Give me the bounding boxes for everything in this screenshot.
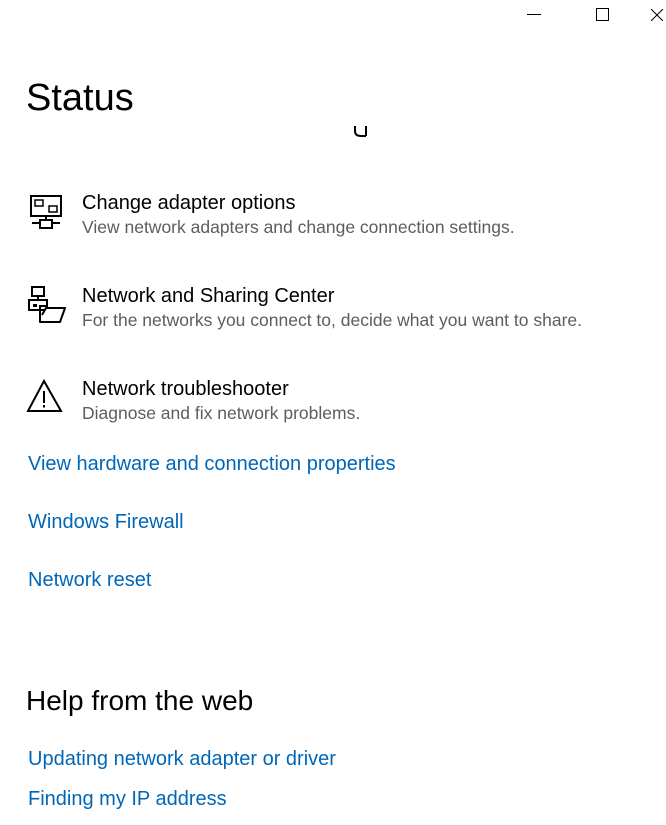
close-button[interactable]: [647, 0, 666, 32]
close-icon: [650, 8, 663, 21]
minimize-icon: [527, 14, 541, 15]
finding-ip-address-link[interactable]: Finding my IP address: [28, 786, 227, 812]
maximize-button[interactable]: [579, 0, 625, 32]
network-reset-link[interactable]: Network reset: [28, 567, 151, 593]
change-adapter-options-row[interactable]: Change adapter options View network adap…: [26, 191, 656, 251]
change-adapter-options-description: View network adapters and change connect…: [82, 217, 515, 237]
sharing-center-icon: [26, 284, 66, 324]
network-sharing-center-description: For the networks you connect to, decide …: [82, 310, 582, 330]
maximize-icon: [595, 8, 609, 21]
view-hardware-properties-link[interactable]: View hardware and connection properties: [28, 451, 396, 477]
warning-icon: [26, 377, 66, 417]
minimize-button[interactable]: [511, 0, 557, 32]
network-sharing-center-row[interactable]: Network and Sharing Center For the netwo…: [26, 284, 656, 344]
page-title: Status: [26, 77, 134, 119]
help-section-heading: Help from the web: [26, 685, 254, 716]
windows-firewall-link[interactable]: Windows Firewall: [28, 509, 184, 535]
network-troubleshooter-title: Network troubleshooter: [82, 378, 289, 400]
network-adapter-icon: [26, 191, 66, 231]
change-adapter-options-title: Change adapter options: [82, 192, 296, 214]
network-troubleshooter-description: Diagnose and fix network problems.: [82, 403, 361, 423]
updating-adapter-driver-link[interactable]: Updating network adapter or driver: [28, 746, 336, 772]
scrolled-heading-remnant: [352, 126, 376, 139]
settings-window: Status Change adapter options View netwo…: [0, 0, 666, 825]
network-troubleshooter-row[interactable]: Network troubleshooter Diagnose and fix …: [26, 377, 656, 437]
network-sharing-center-title: Network and Sharing Center: [82, 285, 335, 307]
